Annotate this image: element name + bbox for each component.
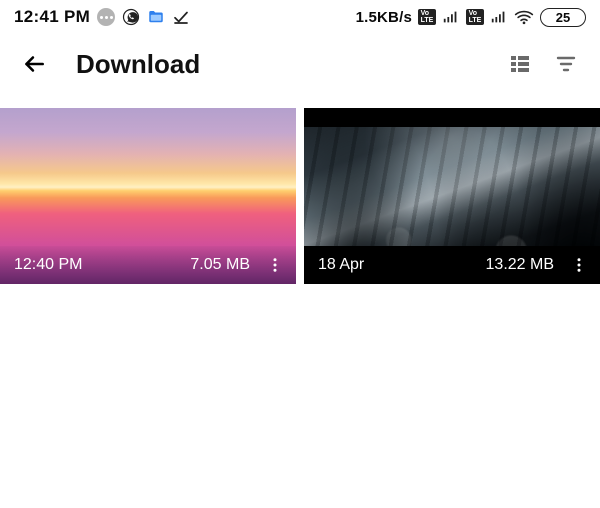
thumbnail-time: 18 Apr [318,256,364,274]
more-vert-icon [570,256,588,274]
thumbnail-overlay: 18 Apr 13.22 MB [304,246,600,284]
status-right: 1.5KB/s VoLTE VoLTE 25 [356,8,586,27]
thumbnail-more-button[interactable] [262,252,288,278]
back-arrow-icon [21,51,47,77]
more-vert-icon [266,256,284,274]
page-title: Download [76,49,494,80]
whatsapp-icon [122,8,140,26]
wifi-icon [514,9,534,25]
thumbnail-image [304,127,600,265]
filter-icon [554,52,578,76]
messages-icon [97,8,115,26]
volte-badge-1: VoLTE [418,9,436,25]
list-view-icon [508,52,532,76]
letterbox [304,108,600,127]
thumbnail-more-button[interactable] [566,252,592,278]
status-bar: 12:41 PM 1.5KB/s VoLTE VoLTE 25 [0,0,600,34]
back-button[interactable] [14,44,54,84]
battery-indicator: 25 [540,8,586,27]
status-time: 12:41 PM [14,7,90,27]
app-header: Download [0,34,600,94]
thumbnail-time: 12:40 PM [14,256,82,274]
video-thumbnail[interactable]: 18 Apr 13.22 MB [304,108,600,284]
signal-icon-1 [442,9,460,25]
task-done-icon [172,8,190,26]
video-thumbnail[interactable]: 12:40 PM 7.05 MB [0,108,296,284]
filter-button[interactable] [546,44,586,84]
files-icon [147,8,165,26]
thumbnail-size: 7.05 MB [190,256,250,274]
view-mode-button[interactable] [500,44,540,84]
gallery-grid: 12:40 PM 7.05 MB 18 Apr 13.22 MB [0,108,600,284]
thumbnail-overlay: 12:40 PM 7.05 MB [0,246,296,284]
status-left: 12:41 PM [14,7,190,27]
thumbnail-size: 13.22 MB [486,256,554,274]
volte-badge-2: VoLTE [466,9,484,25]
network-speed: 1.5KB/s [356,9,412,26]
signal-icon-2 [490,9,508,25]
